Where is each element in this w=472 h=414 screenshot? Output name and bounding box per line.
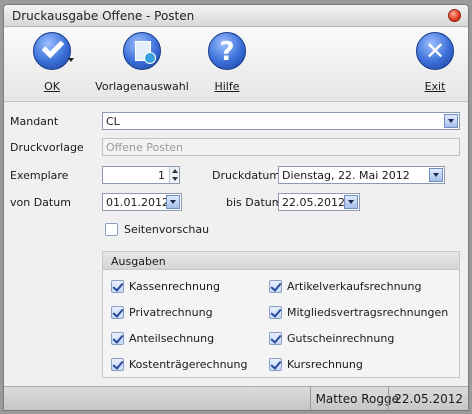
vorlagenauswahl-button[interactable]: Vorlagenauswahl bbox=[92, 32, 192, 93]
chevron-down-icon[interactable] bbox=[429, 168, 443, 182]
druckvorlage-value: Offene Posten bbox=[106, 141, 183, 154]
dialog-window: Druckausgabe Offene - Posten OK Vorlagen… bbox=[3, 4, 469, 411]
help-icon: ? bbox=[208, 32, 246, 70]
artikelverkaufsrechnung-checkbox[interactable] bbox=[269, 280, 282, 293]
toolbar: OK Vorlagenauswahl ? Hilfe ✕ Exit bbox=[4, 28, 468, 102]
kursrechnung-checkbox[interactable] bbox=[269, 358, 282, 371]
chevron-down-icon[interactable] bbox=[344, 195, 358, 209]
help-button[interactable]: ? Hilfe bbox=[202, 32, 252, 93]
print-form: Mandant CL Druckvorlage Offene Posten Ex… bbox=[4, 102, 468, 387]
ok-label: OK bbox=[44, 80, 60, 93]
kostentraegerechnung-checkbox[interactable] bbox=[111, 358, 124, 371]
von-datum-label: von Datum bbox=[10, 196, 71, 209]
privatrechnung-label: Privatrechnung bbox=[129, 306, 213, 319]
anteilsechnung-label: Anteilsechnung bbox=[129, 332, 215, 345]
check-icon bbox=[33, 32, 71, 70]
title-bar: Druckausgabe Offene - Posten bbox=[4, 5, 468, 27]
ok-button[interactable]: OK bbox=[24, 32, 80, 93]
seitenvorschau-label: Seitenvorschau bbox=[124, 223, 210, 236]
mitgliedsvertragsrechnungen-checkbox[interactable] bbox=[269, 306, 282, 319]
druckvorlage-label: Druckvorlage bbox=[10, 141, 84, 154]
gutscheinrechnung-checkbox[interactable] bbox=[269, 332, 282, 345]
exemplare-label: Exemplare bbox=[10, 169, 69, 182]
status-date: 22.05.2012 bbox=[388, 387, 468, 410]
druckdatum-label: Druckdatum bbox=[212, 169, 281, 182]
ausgaben-title: Ausgaben bbox=[103, 252, 459, 270]
help-label: Hilfe bbox=[214, 80, 240, 93]
kursrechnung-label: Kursrechnung bbox=[287, 358, 363, 371]
close-icon: ✕ bbox=[416, 32, 454, 70]
chevron-down-icon[interactable] bbox=[166, 195, 180, 209]
vorlagenauswahl-label: Vorlagenauswahl bbox=[95, 80, 189, 93]
druckdatum-field[interactable]: Dienstag, 22. Mai 2012 bbox=[278, 166, 445, 184]
window-title: Druckausgabe Offene - Posten bbox=[12, 9, 195, 23]
bis-datum-value: 22.05.2012 bbox=[282, 196, 345, 209]
mandant-value: CL bbox=[106, 115, 120, 128]
exit-label: Exit bbox=[424, 80, 446, 93]
mandant-label: Mandant bbox=[10, 115, 59, 128]
druckdatum-value: Dienstag, 22. Mai 2012 bbox=[282, 169, 410, 182]
mitgliedsvertragsrechnungen-label: Mitgliedsvertragsrechnungen bbox=[287, 306, 449, 319]
privatrechnung-checkbox[interactable] bbox=[111, 306, 124, 319]
exemplare-value: 1 bbox=[158, 169, 165, 182]
document-icon bbox=[123, 32, 161, 70]
exit-button[interactable]: ✕ Exit bbox=[414, 32, 456, 93]
exemplare-stepper[interactable]: 1 bbox=[102, 166, 180, 184]
druckvorlage-field: Offene Posten bbox=[102, 138, 460, 156]
gutscheinrechnung-label: Gutscheinrechnung bbox=[287, 332, 395, 345]
ausgaben-group: Ausgaben Kassenrechnung Privatrechnung A… bbox=[102, 251, 460, 378]
kassenrechnung-checkbox[interactable] bbox=[111, 280, 124, 293]
spin-icon[interactable] bbox=[169, 167, 179, 183]
status-bar: Matteo Rogge 22.05.2012 bbox=[4, 386, 468, 410]
chevron-down-icon[interactable] bbox=[68, 58, 74, 62]
seitenvorschau-checkbox[interactable] bbox=[105, 223, 118, 236]
mandant-select[interactable]: CL bbox=[102, 112, 460, 130]
anteilsechnung-checkbox[interactable] bbox=[111, 332, 124, 345]
von-datum-value: 01.01.2012 bbox=[106, 196, 169, 209]
von-datum-field[interactable]: 01.01.2012 bbox=[102, 193, 182, 211]
kassenrechnung-label: Kassenrechnung bbox=[129, 280, 220, 293]
chevron-down-icon[interactable] bbox=[444, 114, 458, 128]
kostentraegerechnung-label: Kostenträgerechnung bbox=[129, 358, 248, 371]
window-close-icon[interactable] bbox=[448, 9, 461, 22]
artikelverkaufsrechnung-label: Artikelverkaufsrechnung bbox=[287, 280, 422, 293]
bis-datum-field[interactable]: 22.05.2012 bbox=[278, 193, 360, 211]
bis-datum-label: bis Datum bbox=[226, 196, 283, 209]
